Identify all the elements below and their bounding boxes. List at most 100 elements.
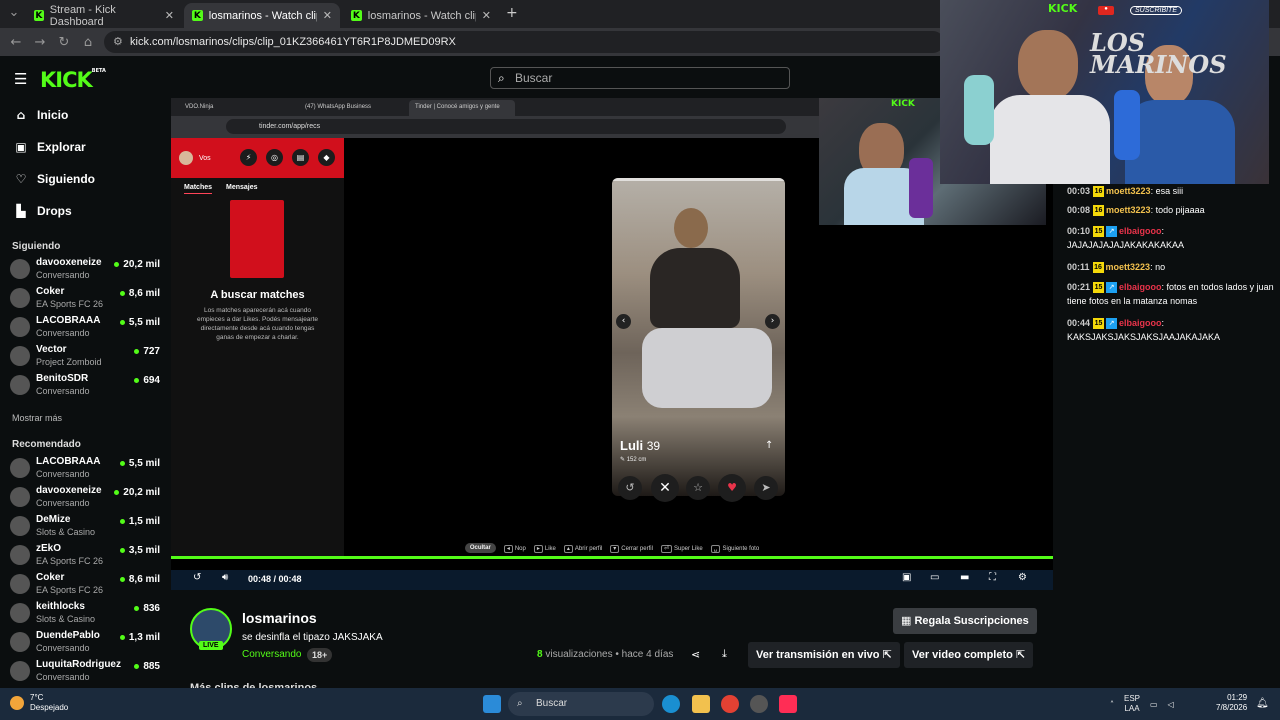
tiktok-icon[interactable] [779, 695, 797, 713]
folder-icon[interactable] [692, 695, 710, 713]
video-progress-bar[interactable] [171, 556, 1053, 559]
browser-tab[interactable]: K losmarinos - Watch clips on Kick ✕ [343, 3, 499, 28]
sidebar-channel[interactable]: Vector Project Zomboid 727 [10, 342, 160, 370]
external-link-icon: ⇱ [882, 648, 892, 661]
nope-icon: ✕ [651, 474, 679, 502]
chat-username[interactable]: elbaigooo [1119, 226, 1162, 236]
chat-panel: 00:03 16 moett3223: esa siii 00:08 16 moett32… [1056, 184, 1280, 654]
download-icon[interactable]: ⤓ [722, 647, 727, 661]
sidebar-channel[interactable]: BenitoSDR Conversando 694 [10, 371, 160, 399]
close-tab-icon[interactable]: ✕ [482, 9, 491, 22]
sidebar-channel[interactable]: zEkO EA Sports FC 26 3,5 mil [10, 541, 160, 569]
weather-widget[interactable]: 7°C Despejado [10, 693, 68, 713]
captions-icon[interactable]: ▭ [930, 572, 939, 583]
viewer-count: 1,3 mil [120, 632, 160, 643]
chat-username[interactable]: moett3223 [1106, 186, 1151, 196]
sidebar-channel[interactable]: LACOBRAAA Conversando 5,5 mil [10, 313, 160, 341]
pip-icon[interactable]: ▣ [902, 572, 911, 583]
settings-icon[interactable]: ⚙ [1018, 572, 1027, 583]
channel-name[interactable]: losmarinos [242, 610, 317, 626]
tinder-user: Vos [199, 154, 211, 162]
chat-username[interactable]: moett3223 [1106, 262, 1151, 272]
browser-tab[interactable]: K Stream - Kick Dashboard ✕ [26, 3, 182, 28]
chat-message: 00:44 15 ↗ elbaigooo: KAKSJAKSJAKSJAKSJAAJA… [1067, 318, 1221, 342]
reload-icon[interactable]: ↻ [52, 35, 76, 50]
hint-label: Cerrar perfil [621, 545, 653, 552]
keyboard-hint: ▸ Like [533, 544, 556, 553]
clock[interactable]: 01:29 7/8/2026 [1216, 693, 1247, 713]
nav-explorar[interactable]: ▣ Explorar [14, 140, 86, 154]
full-video-button[interactable]: Ver video completo ⇱ [904, 642, 1034, 668]
browser-tab-active[interactable]: K losmarinos - Watch clips on Kick ✕ [184, 3, 340, 28]
taskbar-search[interactable]: ⌕ Buscar [508, 692, 654, 716]
close-tab-icon[interactable]: ✕ [323, 9, 332, 22]
speaker-icon[interactable]: ◁ [1168, 700, 1174, 709]
compass-icon: ▣ [15, 140, 27, 154]
search-input[interactable]: ⌕ Buscar [490, 67, 790, 89]
chat-username[interactable]: moett3223 [1106, 205, 1151, 215]
sidebar-channel[interactable]: Coker EA Sports FC 26 8,6 mil [10, 284, 160, 312]
sidebar-channel[interactable]: LACOBRAAA Conversando 5,5 mil [10, 454, 160, 482]
sidebar-channel[interactable]: davooxeneize Conversando 20,2 mil [10, 255, 160, 283]
nav-inicio[interactable]: ⌂ Inicio [14, 108, 69, 122]
tray-chevron-icon[interactable]: ˄ [1110, 700, 1114, 709]
sidebar-channel[interactable]: LuquitaRodriguez Conversando 885 [10, 657, 160, 685]
sidebar-channel[interactable]: DeMize Slots & Casino 1,5 mil [10, 512, 160, 540]
new-tab-icon[interactable]: + [506, 5, 518, 21]
start-icon[interactable] [483, 695, 501, 713]
site-info-icon[interactable]: ⚙ [113, 31, 123, 53]
sidebar-channel[interactable]: davooxeneize Conversando 20,2 mil [10, 483, 160, 511]
sub-badge: 15 [1093, 226, 1105, 238]
kick-logo[interactable]: KICKBETA [40, 68, 106, 92]
menu-icon[interactable]: ☰ [14, 70, 27, 88]
volume-icon[interactable]: 🔊︎ [222, 572, 228, 583]
theater-icon[interactable]: ▬ [960, 572, 969, 583]
gift-subs-button[interactable]: ▦ Regala Suscripciones [893, 608, 1037, 634]
avatar [10, 317, 30, 337]
fullscreen-icon[interactable]: ⛶ [989, 572, 996, 583]
category-link[interactable]: Conversando [242, 649, 301, 660]
avatar [10, 487, 30, 507]
language-indicator[interactable]: ESP LAA [1124, 694, 1140, 714]
share-icon[interactable]: ⋖ [691, 648, 700, 661]
hint-label: Abrir perfil [574, 545, 603, 552]
url-field[interactable]: ⚙ kick.com/losmarinos/clips/clip_01KZ366… [104, 31, 944, 53]
sidebar-channel[interactable]: Coker EA Sports FC 26 8,6 mil [10, 570, 160, 598]
obs-icon[interactable] [750, 695, 768, 713]
show-more-link[interactable]: Mostrar más [12, 413, 62, 423]
avatar [10, 458, 30, 478]
channel-category: Conversando [36, 498, 90, 508]
nav-siguiendo[interactable]: ♡ Siguiendo [14, 172, 95, 186]
key-cap: ◂ [503, 544, 513, 553]
lamp [1114, 90, 1140, 160]
close-tab-icon[interactable]: ✕ [165, 9, 174, 22]
forward-icon[interactable]: → [28, 35, 52, 50]
replay-icon[interactable]: ↺ [193, 572, 201, 583]
watch-live-button[interactable]: Ver transmisión en vivo ⇱ [748, 642, 900, 668]
edge-icon[interactable] [662, 695, 680, 713]
chat-username[interactable]: elbaigooo [1119, 282, 1162, 292]
search-icon: ⌕ [517, 698, 523, 709]
sidebar-channel[interactable]: DuendePablo Conversando 1,3 mil [10, 628, 160, 656]
network-icon[interactable]: ▭ [1150, 700, 1158, 709]
chat-message: 00:03 16 moett3223: esa siii [1067, 186, 1184, 198]
channel-category: Slots & Casino [36, 527, 96, 537]
nav-drops[interactable]: ▙ Drops [14, 204, 71, 218]
hint-label: Siguiente foto [722, 545, 760, 552]
chrome-icon[interactable] [721, 695, 739, 713]
keyboard-hint: ⏎ Super Like [660, 544, 703, 553]
sidebar-channel[interactable]: keithlocks Slots & Casino 836 [10, 599, 160, 627]
chat-text: no [1155, 262, 1166, 272]
sub-badge: 16 [1092, 262, 1104, 274]
person-face [1018, 30, 1078, 100]
profile-name-text: Luli [620, 438, 644, 453]
back-icon[interactable]: ← [4, 35, 28, 50]
chat-username[interactable]: elbaigooo [1119, 318, 1162, 328]
nav-label: Explorar [37, 140, 86, 154]
home-icon[interactable]: ⌂ [76, 35, 100, 50]
tab-search-icon[interactable]: ⌄ [2, 5, 26, 20]
views-number: 8 [537, 649, 543, 660]
notification-bell-icon[interactable]: 🔔︎ [1256, 698, 1269, 709]
channel-category: Conversando [36, 672, 90, 682]
key-cap: ⏎ [660, 544, 672, 553]
